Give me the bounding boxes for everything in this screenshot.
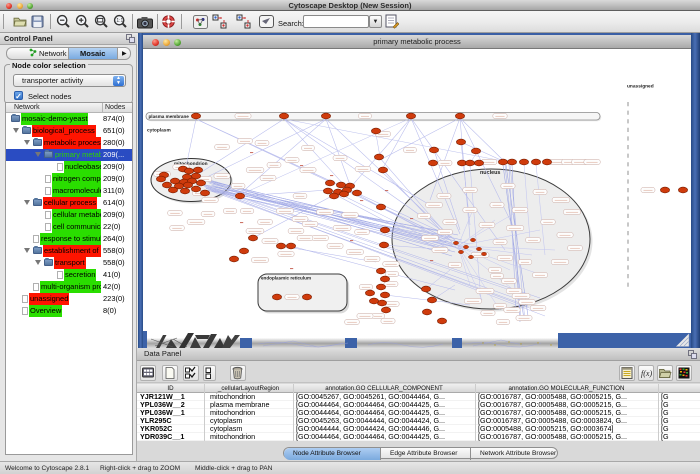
svg-text:plasma membrane: plasma membrane	[149, 114, 190, 119]
svg-text:nucleus: nucleus	[480, 170, 500, 176]
svg-text:cytoplasm: cytoplasm	[147, 128, 171, 134]
svg-text:f(x): f(x)	[641, 369, 652, 378]
svg-text:endoplasmic reticulum: endoplasmic reticulum	[261, 276, 311, 281]
svg-text:1:1: 1:1	[116, 18, 123, 24]
svg-text:unassigned: unassigned	[627, 84, 654, 90]
